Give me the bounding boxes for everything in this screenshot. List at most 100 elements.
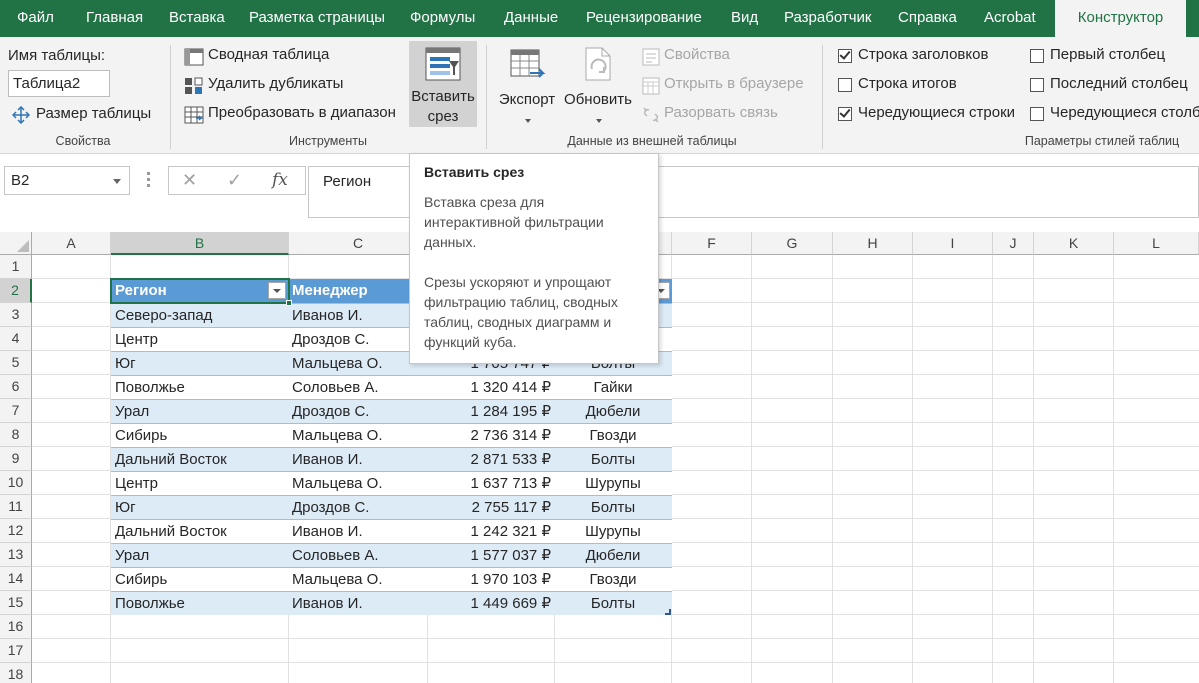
name-box[interactable]: B2 [4,166,130,195]
cancel-icon[interactable]: ✕ [182,170,197,191]
row-header-2[interactable]: 2 [0,279,32,303]
column-header-b[interactable]: B [111,232,289,255]
convert-to-range-button[interactable]: Преобразовать в диапазон [182,104,402,126]
table-name-input[interactable] [8,70,110,97]
row-header-14[interactable]: 14 [0,567,32,591]
menu-tab[interactable]: Данные [504,0,558,37]
table-cell[interactable]: Сибирь [115,424,285,448]
menu-tab[interactable]: Справка [898,0,957,37]
table-cell[interactable]: Соловьев А. [292,544,422,568]
table-cell[interactable]: Иванов И. [292,520,422,544]
drag-handle-icon[interactable] [147,172,151,188]
menu-tab[interactable]: Рецензирование [586,0,702,37]
table-cell[interactable]: Юг [115,496,285,520]
table-cell[interactable]: Иванов И. [292,592,422,616]
resize-table-button[interactable]: Размер таблицы [8,103,158,125]
menu-tab[interactable]: Вставка [169,0,225,37]
table-cell[interactable]: Сибирь [115,568,285,592]
row-header-10[interactable]: 10 [0,471,32,495]
first-column-checkbox[interactable]: Первый столбец [1028,46,1198,68]
table-cell[interactable]: Мальцева О. [292,472,422,496]
table-cell[interactable]: Дальний Восток [115,520,285,544]
column-header-j[interactable]: J [993,232,1034,255]
table-cell[interactable]: Иванов И. [292,448,422,472]
row-header-7[interactable]: 7 [0,399,32,423]
menu-tab[interactable]: Разметка страницы [249,0,385,37]
table-cell[interactable]: Гвозди [555,568,671,592]
column-header-k[interactable]: K [1034,232,1114,255]
menu-tab[interactable]: Главная [86,0,143,37]
column-header-c[interactable]: C [289,232,428,255]
table-cell[interactable]: 1 970 103 ₽ [429,568,551,592]
selected-cell-b2[interactable] [110,278,292,306]
table-cell[interactable]: Соловьев А. [292,376,422,400]
table-cell[interactable]: Болты [555,496,671,520]
row-header-3[interactable]: 3 [0,303,32,327]
row-header-18[interactable]: 18 [0,663,32,683]
menu-tab[interactable]: Acrobat [984,0,1036,37]
column-header-h[interactable]: H [833,232,913,255]
table-cell[interactable]: Иванов И. [292,304,422,328]
table-cell[interactable]: Дальний Восток [115,448,285,472]
table-cell[interactable]: Урал [115,544,285,568]
row-header-1[interactable]: 1 [0,255,32,279]
table-cell[interactable]: Северо-запад [115,304,285,328]
last-column-checkbox[interactable]: Последний столбец [1028,75,1198,97]
menu-tab[interactable]: Формулы [410,0,475,37]
banded-rows-checkbox[interactable]: Чередующиеся строки [836,104,1016,126]
fill-handle[interactable] [286,300,292,306]
menu-tab[interactable]: Разработчик [784,0,871,37]
table-cell[interactable]: Дюбели [555,400,671,424]
header-row-checkbox[interactable]: Строка заголовков [836,46,1016,68]
table-cell[interactable]: Мальцева О. [292,424,422,448]
table-cell[interactable]: Мальцева О. [292,352,422,376]
confirm-icon[interactable]: ✓ [227,170,242,191]
row-header-8[interactable]: 8 [0,423,32,447]
menu-tab[interactable]: Файл [17,0,54,37]
refresh-button[interactable]: Обновить [560,43,636,127]
row-header-6[interactable]: 6 [0,375,32,399]
table-cell[interactable]: 1 284 195 ₽ [429,400,551,424]
row-header-16[interactable]: 16 [0,615,32,639]
table-cell[interactable]: Шурупы [555,520,671,544]
table-cell[interactable]: Центр [115,328,285,352]
table-resize-handle[interactable] [665,609,671,615]
table-cell[interactable]: Центр [115,472,285,496]
row-header-17[interactable]: 17 [0,639,32,663]
table-cell[interactable]: Гвозди [555,424,671,448]
column-header-i[interactable]: I [913,232,993,255]
column-header-l[interactable]: L [1114,232,1199,255]
table-cell[interactable]: Юг [115,352,285,376]
table-cell[interactable]: 1 577 037 ₽ [429,544,551,568]
total-row-checkbox[interactable]: Строка итогов [836,75,1016,97]
table-cell[interactable]: Болты [555,592,671,616]
tab-konstruktor[interactable]: Конструктор [1055,0,1186,37]
banded-columns-checkbox[interactable]: Чередующиеся столб [1028,104,1199,126]
pivot-table-button[interactable]: Сводная таблица [182,46,382,68]
table-cell[interactable]: 1 242 321 ₽ [429,520,551,544]
row-header-5[interactable]: 5 [0,351,32,375]
table-cell[interactable]: 1 449 669 ₽ [429,592,551,616]
table-cell[interactable]: Дюбели [555,544,671,568]
remove-duplicates-button[interactable]: Удалить дубликаты [182,75,382,97]
chevron-down-icon[interactable] [113,179,121,184]
table-cell[interactable]: Поволжье [115,592,285,616]
table-cell[interactable]: Урал [115,400,285,424]
column-header-a[interactable]: A [32,232,111,255]
row-header-4[interactable]: 4 [0,327,32,351]
select-all-button[interactable] [0,232,32,255]
table-cell[interactable]: Дроздов С. [292,496,422,520]
column-header-f[interactable]: F [672,232,752,255]
table-cell[interactable]: 1 637 713 ₽ [429,472,551,496]
table-cell[interactable]: 2 755 117 ₽ [429,496,551,520]
table-cell[interactable]: Дроздов С. [292,400,422,424]
menu-tab[interactable]: Вид [731,0,758,37]
row-header-15[interactable]: 15 [0,591,32,615]
row-header-11[interactable]: 11 [0,495,32,519]
table-header-cell[interactable]: Менеджер [292,279,422,303]
table-cell[interactable]: Гайки [555,376,671,400]
row-header-12[interactable]: 12 [0,519,32,543]
table-cell[interactable]: 1 320 414 ₽ [429,376,551,400]
table-cell[interactable]: Шурупы [555,472,671,496]
insert-slicer-button[interactable]: Вставить срез [409,41,477,127]
